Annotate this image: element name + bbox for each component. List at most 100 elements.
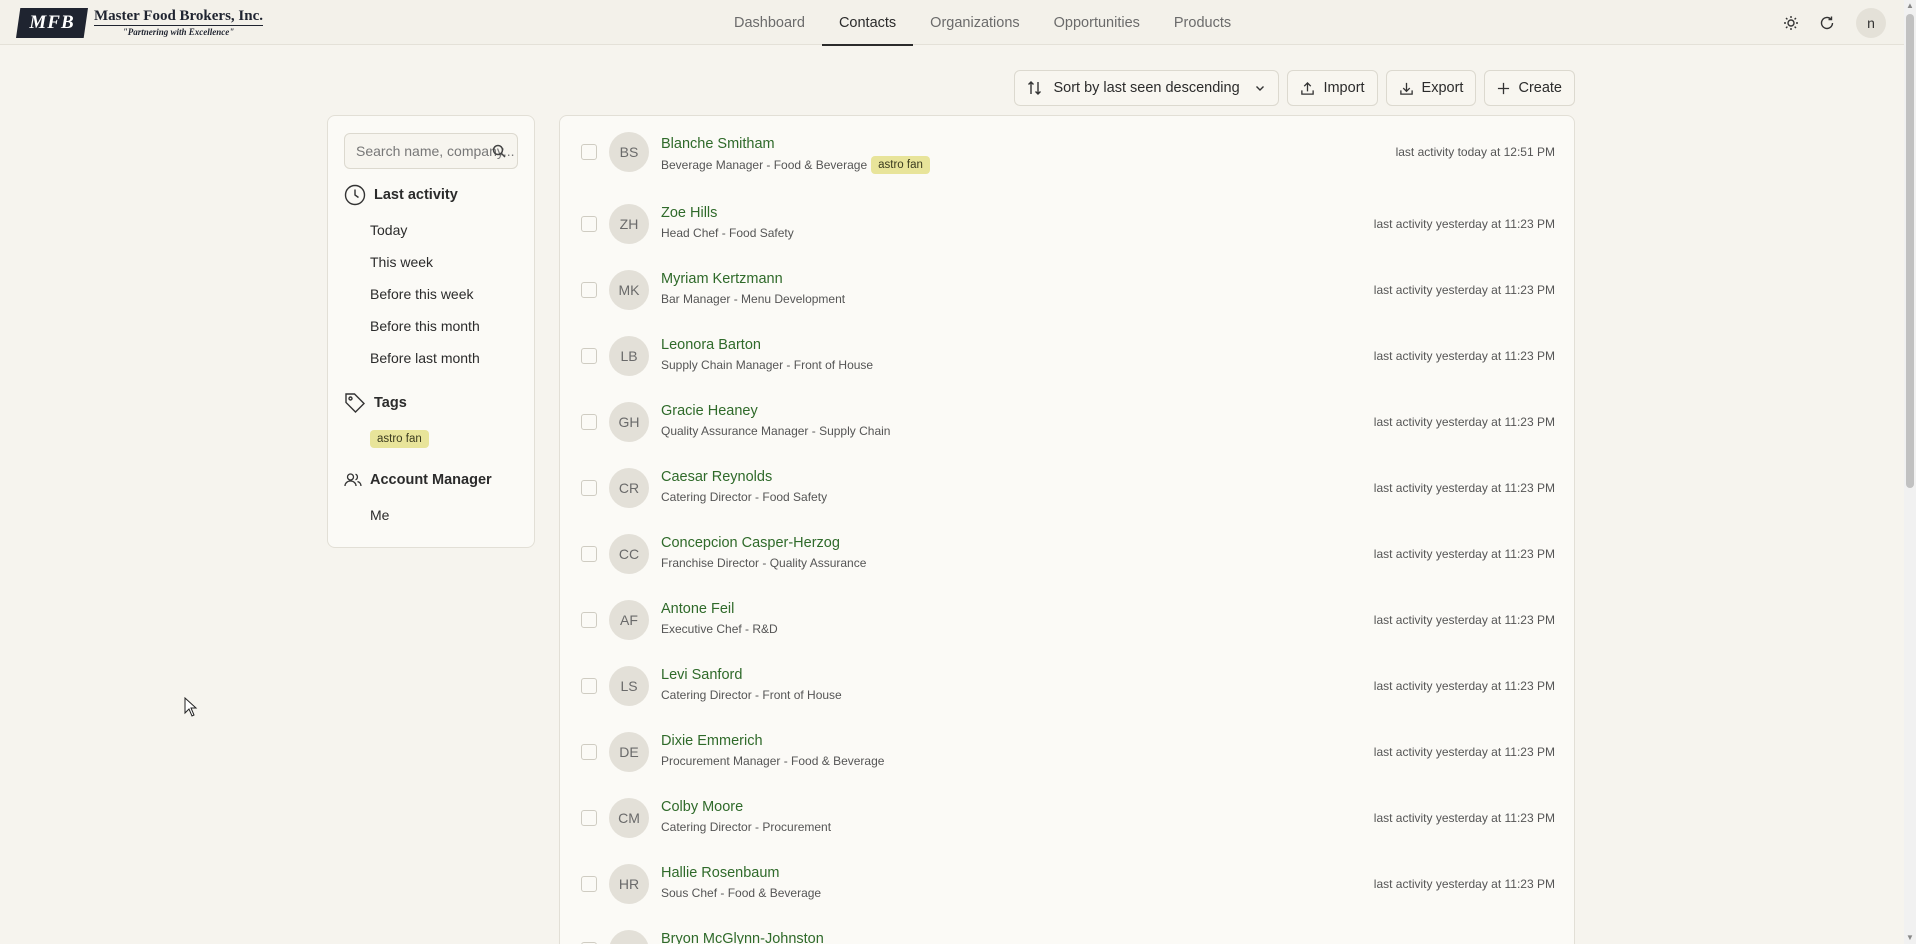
contact-name[interactable]: Dixie Emmerich: [661, 733, 763, 749]
contact-tag: astro fan: [871, 156, 930, 174]
list-toolbar: Sort by last seen descending Import Expo…: [1014, 70, 1575, 106]
tab-dashboard[interactable]: Dashboard: [717, 0, 822, 45]
sun-icon: [1784, 16, 1798, 30]
row-select-checkbox[interactable]: [581, 480, 597, 496]
contact-row[interactable]: BMBryon McGlynn-Johnstonlast activity ye…: [560, 918, 1574, 944]
create-button[interactable]: Create: [1484, 70, 1575, 106]
logo-company-name: Master Food Brokers, Inc.: [94, 8, 264, 26]
import-button[interactable]: Import: [1287, 70, 1378, 106]
contact-avatar: MK: [609, 270, 649, 310]
row-select-checkbox[interactable]: [581, 810, 597, 826]
contact-title: Procurement Manager - Food & Beverage: [661, 754, 885, 768]
tab-opportunities[interactable]: Opportunities: [1037, 0, 1157, 45]
contact-title: Catering Director - Food Safety: [661, 490, 828, 504]
contact-name[interactable]: Zoe Hills: [661, 205, 717, 221]
contact-row[interactable]: HR Hallie Rosenbaum Sous Chef - Food & Bev…: [560, 852, 1574, 918]
row-select-checkbox[interactable]: [581, 216, 597, 232]
export-button[interactable]: Export: [1385, 70, 1477, 106]
scroll-down-arrow[interactable]: ▼: [1906, 934, 1914, 942]
scroll-up-arrow[interactable]: ▲: [1906, 2, 1914, 10]
logo-tagline: "Partnering with Excellence": [122, 27, 235, 37]
contact-subtitle: Franchise Director - Quality Assurance: [661, 556, 866, 570]
contact-title: Quality Assurance Manager - Supply Chain: [661, 424, 891, 438]
refresh-button[interactable]: [1814, 9, 1840, 37]
contact-row[interactable]: CC Concepcion Casper-Herzog Franchise Dire…: [560, 522, 1574, 588]
contact-name[interactable]: Colby Moore: [661, 799, 743, 815]
last-activity-text: last activity yesterday at 11:23 PM: [1373, 217, 1555, 231]
row-select-checkbox[interactable]: [581, 282, 597, 298]
page-scrollbar[interactable]: ▲ ▼: [1904, 0, 1916, 944]
tag-icon: [345, 393, 365, 413]
top-actions: n: [1778, 8, 1886, 38]
user-menu-avatar[interactable]: n: [1856, 8, 1886, 38]
contact-name[interactable]: Antone Feil: [661, 601, 734, 617]
contact-row[interactable]: CM Colby Moore Catering Director - Procure…: [560, 786, 1574, 852]
contact-avatar: LB: [609, 336, 649, 376]
contact-row[interactable]: LS Levi Sanford Catering Director - Front …: [560, 654, 1574, 720]
last-activity-text: last activity today at 12:51 PM: [1395, 145, 1555, 159]
contact-avatar: HR: [609, 864, 649, 904]
row-select-checkbox[interactable]: [581, 744, 597, 760]
contact-subtitle: Sous Chef - Food & Beverage: [661, 886, 821, 900]
contact-subtitle: Catering Director - Procurement: [661, 820, 831, 834]
contact-row[interactable]: CR Caesar Reynolds Catering Director - Foo…: [560, 456, 1574, 522]
contact-title: Head Chef - Food Safety: [661, 226, 794, 240]
row-select-checkbox[interactable]: [581, 546, 597, 562]
contact-name[interactable]: Hallie Rosenbaum: [661, 865, 779, 881]
filter-tag-astro-fan[interactable]: astro fan: [370, 429, 429, 448]
chevron-down-icon: [1256, 86, 1265, 91]
last-activity-text: last activity yesterday at 11:23 PM: [1373, 877, 1555, 891]
main-nav: Dashboard Contacts Organizations Opportu…: [717, 0, 1248, 46]
contact-name[interactable]: Myriam Kertzmann: [661, 271, 783, 287]
clock-icon: [344, 184, 366, 206]
row-select-checkbox[interactable]: [581, 414, 597, 430]
contact-name[interactable]: Concepcion Casper-Herzog: [661, 535, 840, 551]
contact-row[interactable]: BS Blanche Smitham Beverage Manager - Food…: [560, 116, 1574, 190]
contact-subtitle: Head Chef - Food Safety: [661, 226, 794, 240]
contact-row[interactable]: DE Dixie Emmerich Procurement Manager - Fo…: [560, 720, 1574, 786]
filter-before-this-month[interactable]: Before this month: [370, 318, 480, 334]
contact-subtitle: Catering Director - Food Safety: [661, 490, 827, 504]
contact-title: Beverage Manager - Food & Beverage: [661, 158, 868, 172]
filter-before-this-week[interactable]: Before this week: [370, 286, 474, 302]
tab-organizations[interactable]: Organizations: [913, 0, 1036, 45]
contact-title: Sous Chef - Food & Beverage: [661, 886, 822, 900]
mouse-cursor-icon: [184, 697, 198, 717]
filter-this-week[interactable]: This week: [370, 254, 433, 270]
sort-dropdown[interactable]: Sort by last seen descending: [1014, 70, 1280, 106]
contact-subtitle: Supply Chain Manager - Front of House: [661, 358, 873, 372]
contact-name[interactable]: Bryon McGlynn-Johnston: [661, 931, 824, 944]
contact-row[interactable]: LB Leonora Barton Supply Chain Manager - F…: [560, 324, 1574, 390]
contact-name[interactable]: Levi Sanford: [661, 667, 742, 683]
row-select-checkbox[interactable]: [581, 348, 597, 364]
last-activity-text: last activity yesterday at 11:23 PM: [1373, 481, 1555, 495]
account-manager-heading: Account Manager: [370, 472, 492, 488]
tab-products[interactable]: Products: [1157, 0, 1248, 45]
filter-today[interactable]: Today: [370, 222, 407, 238]
filter-before-last-month[interactable]: Before last month: [370, 350, 480, 366]
last-activity-text: last activity yesterday at 11:23 PM: [1373, 613, 1555, 627]
row-select-checkbox[interactable]: [581, 876, 597, 892]
contact-row[interactable]: AF Antone Feil Executive Chef - R&D last ac…: [560, 588, 1574, 654]
download-icon: [1399, 82, 1413, 95]
logo-badge: MFB: [16, 8, 88, 38]
row-select-checkbox[interactable]: [581, 612, 597, 628]
search-input[interactable]: Search name, company...: [344, 133, 518, 169]
contact-name[interactable]: Gracie Heaney: [661, 403, 758, 419]
contact-name[interactable]: Caesar Reynolds: [661, 469, 772, 485]
theme-toggle-button[interactable]: [1778, 9, 1804, 37]
contact-row[interactable]: MK Myriam Kertzmann Bar Manager - Menu Dev…: [560, 258, 1574, 324]
row-select-checkbox[interactable]: [581, 144, 597, 160]
tab-contacts[interactable]: Contacts: [821, 0, 914, 46]
last-activity-text: last activity yesterday at 11:23 PM: [1373, 745, 1555, 759]
contact-row[interactable]: ZH Zoe Hills Head Chef - Food Safety last a…: [560, 192, 1574, 258]
filter-account-manager-me[interactable]: Me: [370, 507, 389, 523]
refresh-icon: [1820, 16, 1834, 30]
company-logo[interactable]: MFB Master Food Brokers, Inc. "Partnerin…: [16, 6, 264, 40]
row-select-checkbox[interactable]: [581, 678, 597, 694]
scrollbar-thumb[interactable]: [1906, 14, 1914, 488]
contact-row[interactable]: GH Gracie Heaney Quality Assurance Manager…: [560, 390, 1574, 456]
users-icon: [344, 473, 362, 487]
contact-name[interactable]: Leonora Barton: [661, 337, 761, 353]
contact-name[interactable]: Blanche Smitham: [661, 136, 775, 152]
